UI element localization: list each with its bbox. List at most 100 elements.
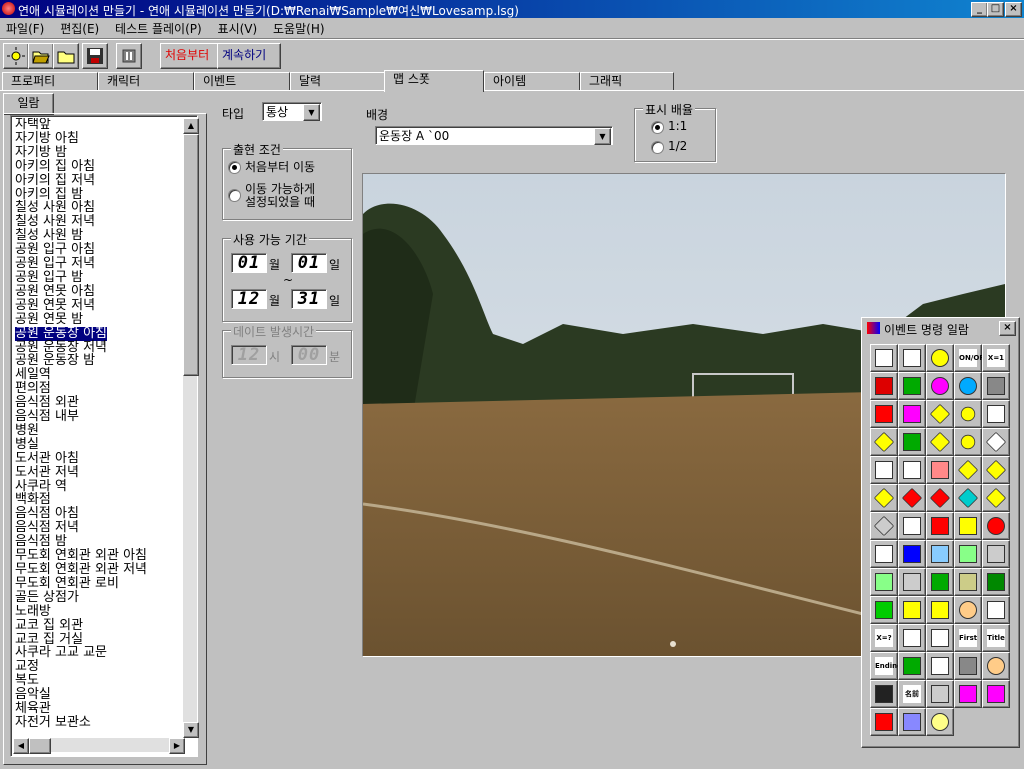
event-command-button[interactable] <box>982 596 1010 624</box>
event-command-button[interactable] <box>898 484 926 512</box>
list-item[interactable]: 자택앞 <box>15 118 183 132</box>
event-command-button[interactable] <box>926 652 954 680</box>
chevron-down-icon[interactable]: ▼ <box>303 104 320 121</box>
event-command-button[interactable] <box>954 596 982 624</box>
continue-button[interactable]: 계속하기 <box>217 43 281 69</box>
scale-1-1-radio[interactable] <box>651 121 664 134</box>
event-command-button[interactable] <box>954 372 982 400</box>
tab-map-spot[interactable]: 맵 스폿 <box>384 70 484 92</box>
list-item[interactable]: 아키의 집 아침 <box>15 159 183 174</box>
event-command-button[interactable] <box>898 456 926 484</box>
list-item[interactable]: 사쿠라 역 <box>15 479 183 494</box>
event-command-button[interactable] <box>926 400 954 428</box>
list-item[interactable]: 자기방 아침 <box>15 132 183 146</box>
event-command-button[interactable] <box>870 568 898 596</box>
horizontal-scroll-thumb[interactable] <box>29 738 51 754</box>
event-command-button[interactable] <box>870 540 898 568</box>
appear-option-movable-radio[interactable] <box>228 189 241 202</box>
list-item[interactable]: 음악실 <box>15 688 183 702</box>
event-command-button[interactable] <box>926 456 954 484</box>
appear-option-start-label[interactable]: 처음부터 이동 <box>245 158 315 175</box>
event-command-button[interactable] <box>954 540 982 568</box>
date-hour-field[interactable]: 12 <box>231 345 267 365</box>
list-item[interactable]: 백화점 <box>15 493 183 507</box>
event-command-button[interactable] <box>982 428 1010 456</box>
menu-testplay[interactable]: 테스트 플레이(P) <box>109 18 208 39</box>
event-command-button[interactable] <box>870 400 898 428</box>
menu-view[interactable]: 표시(V) <box>212 18 264 39</box>
list-item[interactable]: 골든 상점가 <box>15 590 183 605</box>
list-item[interactable]: 복도 <box>15 674 183 688</box>
list-item[interactable]: 교코 집 거실 <box>15 632 183 647</box>
list-item[interactable]: 칠성 사원 저녁 <box>15 215 183 229</box>
event-window-titlebar[interactable]: 이벤트 명령 일람 × <box>864 320 1016 337</box>
event-command-button[interactable] <box>982 568 1010 596</box>
list-item[interactable]: 공원 연못 아침 <box>15 284 183 299</box>
list-item[interactable]: 공원 연못 밤 <box>15 312 183 327</box>
pause-button[interactable] <box>116 43 142 69</box>
open-folder-button[interactable] <box>28 43 54 69</box>
scale-1-1-label[interactable]: 1:1 <box>668 119 687 133</box>
event-command-button[interactable] <box>982 512 1010 540</box>
list-item[interactable]: 아키의 집 저녁 <box>15 173 183 188</box>
event-command-button[interactable] <box>898 428 926 456</box>
event-command-button[interactable] <box>926 344 954 372</box>
list-item[interactable]: 공원 입구 저녁 <box>15 257 183 271</box>
event-command-button[interactable] <box>870 484 898 512</box>
start-day-field[interactable]: 01 <box>291 253 327 273</box>
event-command-button[interactable]: 名前 <box>898 680 926 708</box>
list-item[interactable]: 자기방 밤 <box>15 145 183 160</box>
list-item[interactable]: 음식점 내부 <box>15 410 183 424</box>
event-command-button[interactable] <box>870 456 898 484</box>
spot-list-items[interactable]: 자택앞 자기방 아침 자기방 밤 아키의 집 아침 아키의 집 저녁 아키의 집 밤 칠성 … <box>15 118 183 736</box>
list-item[interactable]: 공원 운동장 밤 <box>15 354 183 368</box>
event-command-button[interactable] <box>898 596 926 624</box>
chevron-down-icon[interactable]: ▼ <box>594 128 611 145</box>
event-command-button[interactable] <box>982 484 1010 512</box>
list-item[interactable]: 아키의 집 밤 <box>15 187 183 202</box>
event-command-button[interactable] <box>870 596 898 624</box>
tab-item[interactable]: 아이템 <box>484 72 580 90</box>
list-item[interactable]: 공원 입구 밤 <box>15 271 183 285</box>
scroll-down-button[interactable]: ▼ <box>183 722 199 738</box>
list-item[interactable]: 음식점 외관 <box>15 396 183 410</box>
event-command-button[interactable] <box>954 456 982 484</box>
list-item[interactable]: 공원 운동장 아침 <box>15 326 107 341</box>
menu-file[interactable]: 파일(F) <box>0 18 50 39</box>
tab-calendar[interactable]: 달력 <box>290 72 386 90</box>
event-command-button[interactable] <box>982 400 1010 428</box>
list-item[interactable]: 공원 운동장 저녁 <box>15 340 183 355</box>
tab-character[interactable]: 캐릭터 <box>98 72 194 90</box>
save-button[interactable] <box>82 43 108 69</box>
event-command-button[interactable] <box>870 344 898 372</box>
list-item[interactable]: 세일역 <box>15 368 183 382</box>
menu-help[interactable]: 도움말(H) <box>267 18 331 39</box>
event-command-button[interactable] <box>870 428 898 456</box>
menu-edit[interactable]: 편집(E) <box>54 18 105 39</box>
list-item[interactable]: 공원 연못 저녁 <box>15 298 183 313</box>
list-item[interactable]: 교코 집 외관 <box>15 618 183 633</box>
event-command-button[interactable] <box>954 512 982 540</box>
event-command-button[interactable]: Title <box>982 624 1010 652</box>
event-command-window[interactable]: 이벤트 명령 일람 × ON/OFF X=1 X=? First Title Ending… <box>861 317 1020 748</box>
event-command-button[interactable] <box>954 484 982 512</box>
event-command-button[interactable] <box>898 512 926 540</box>
start-month-field[interactable]: 01 <box>231 253 267 273</box>
scroll-left-button[interactable]: ◀ <box>13 738 29 754</box>
list-item[interactable]: 무도회 연회관 외관 아침 <box>15 549 183 563</box>
app-icon[interactable] <box>2 2 15 15</box>
event-command-button[interactable] <box>982 680 1010 708</box>
date-minute-field[interactable]: 00 <box>291 345 327 365</box>
list-item[interactable]: 칠성 사원 밤 <box>15 229 183 243</box>
vertical-scroll-thumb[interactable] <box>183 134 199 376</box>
list-item[interactable]: 칠성 사원 아침 <box>15 201 183 215</box>
vertical-scrollbar[interactable]: ▲ ▼ <box>183 118 199 738</box>
event-command-button[interactable] <box>982 652 1010 680</box>
tab-event[interactable]: 이벤트 <box>194 72 290 90</box>
list-item[interactable]: 무도회 연회관 외관 저녁 <box>15 563 183 577</box>
scale-1-2-radio[interactable] <box>651 141 664 154</box>
event-command-button[interactable] <box>926 624 954 652</box>
event-command-button[interactable] <box>898 708 926 736</box>
event-command-button[interactable] <box>926 540 954 568</box>
horizontal-scrollbar[interactable]: ◀ ▶ <box>13 738 185 754</box>
